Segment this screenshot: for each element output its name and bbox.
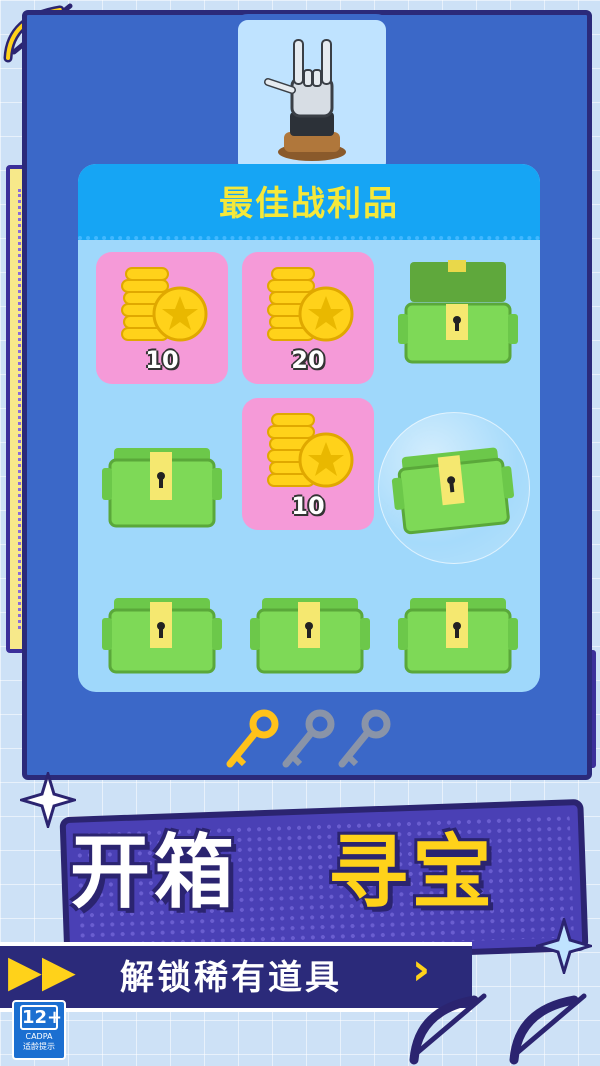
board-header: 最佳战利品 [78, 164, 540, 240]
treasure-chest-icon [391, 447, 515, 535]
treasure-chest-icon [102, 598, 222, 674]
treasure-chest-icon [398, 598, 518, 674]
age-rating-label: 12+ [20, 1005, 63, 1030]
key-icon [282, 709, 335, 768]
age-rating-org: CADPA [25, 1032, 53, 1041]
treasure-chest-icon [102, 448, 222, 528]
chevron-right-icon: ▶▶ [8, 946, 76, 997]
bow-arrow-icon [409, 993, 587, 1065]
chevron-right-icon: › [412, 944, 431, 995]
reward-value: 20 [291, 346, 325, 374]
trophy-display [232, 14, 392, 178]
treasure-chest-icon [250, 598, 370, 674]
treasure-chest-opened[interactable] [392, 252, 524, 384]
reward-cell-coins[interactable]: 10 [242, 398, 374, 530]
subtitle-text: 解锁稀有道具 [120, 958, 342, 998]
robot-hand-trophy-icon [264, 39, 346, 161]
key-counter [220, 708, 400, 776]
reward-value: 10 [291, 492, 325, 520]
board-title: 最佳战利品 [219, 183, 399, 224]
sparkle-icon [536, 918, 592, 974]
treasure-chest-selected[interactable] [388, 418, 520, 550]
key-icon [338, 709, 391, 768]
title-treasure-hunt: 寻宝 [328, 826, 496, 919]
treasure-chest[interactable] [392, 552, 524, 684]
reward-cell-coins[interactable]: 20 [242, 252, 374, 384]
reward-cell-coins[interactable]: 10 [96, 252, 228, 384]
treasure-chest-icon [398, 260, 518, 364]
key-icon [226, 709, 279, 768]
age-rating-badge: 12+ CADPA 适龄提示 [12, 1000, 66, 1060]
treasure-chest[interactable] [96, 552, 228, 684]
age-rating-note: 适龄提示 [23, 1042, 55, 1051]
reward-value: 10 [145, 346, 179, 374]
treasure-chest[interactable] [244, 552, 376, 684]
treasure-chest[interactable] [96, 402, 228, 534]
title-open-box: 开箱 [70, 826, 238, 919]
